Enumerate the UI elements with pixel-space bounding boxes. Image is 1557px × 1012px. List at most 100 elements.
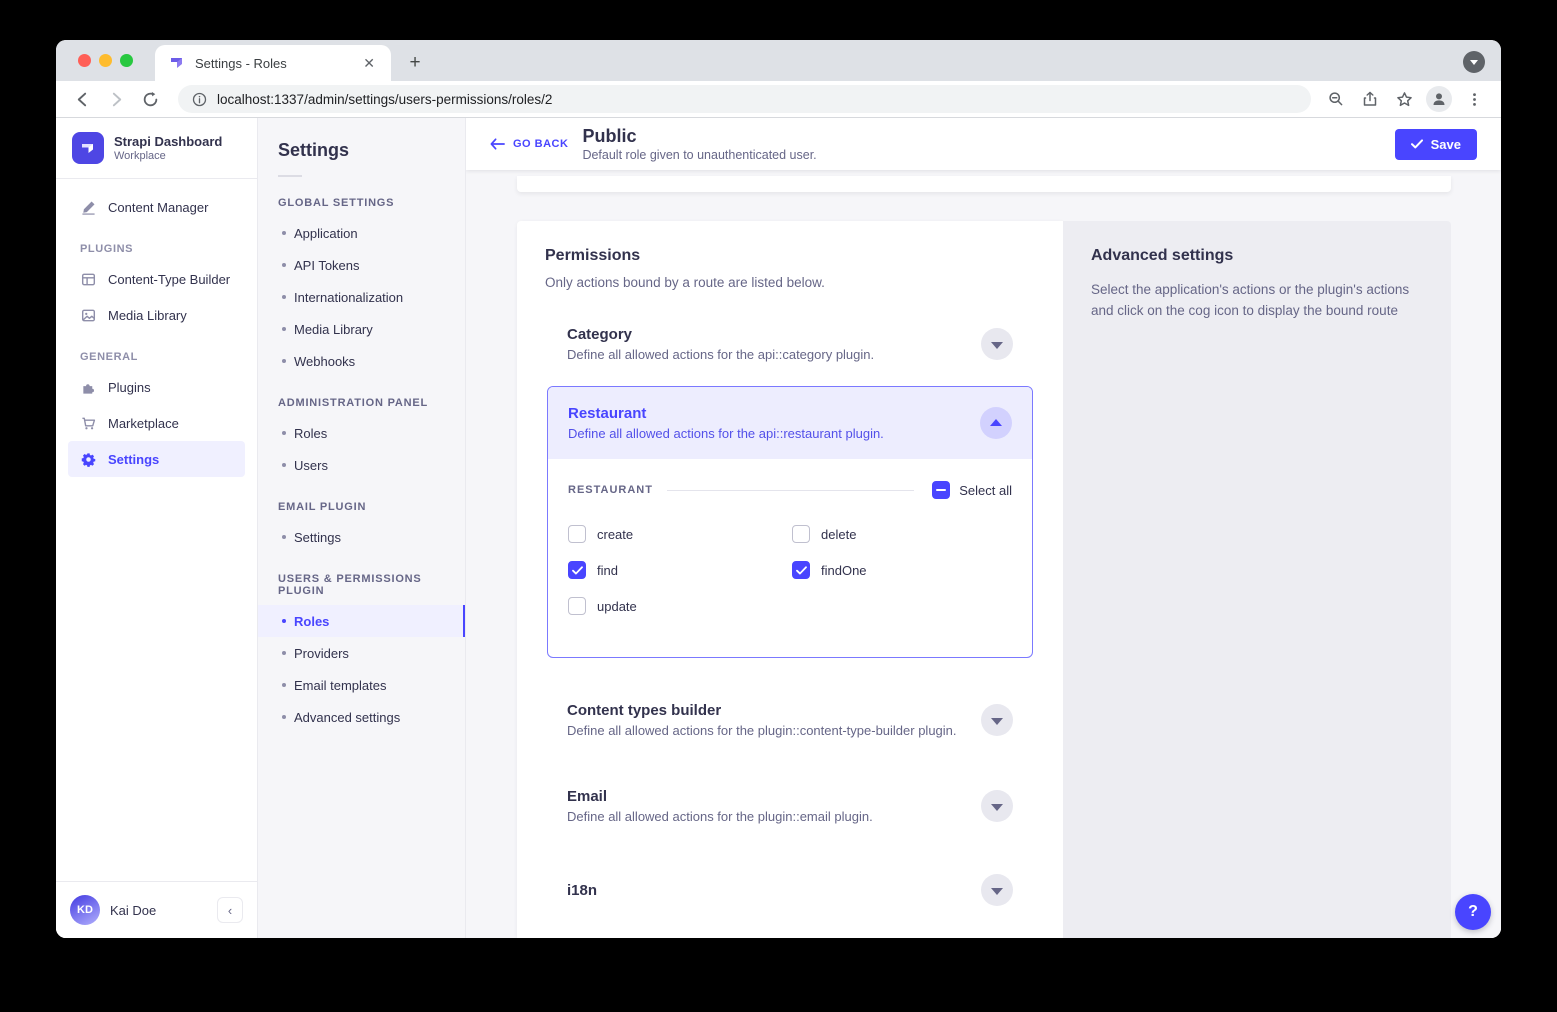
subnav-item-webhooks[interactable]: Webhooks (258, 345, 465, 377)
select-all-checkbox[interactable] (932, 481, 950, 499)
checkbox[interactable] (568, 597, 586, 615)
bullet-icon (282, 327, 286, 331)
subnav-item-media-library[interactable]: Media Library (258, 313, 465, 345)
sidebar-item-media-library[interactable]: Media Library (68, 297, 245, 333)
accordion-content-types-builder[interactable]: Content types builder Define all allowed… (547, 692, 1033, 748)
layout-icon (80, 272, 96, 287)
close-window-button[interactable] (78, 54, 91, 67)
checkbox-findone[interactable]: findOne (792, 561, 1012, 579)
sidebar-section-general: GENERAL (68, 351, 245, 363)
cart-icon (80, 416, 96, 431)
accordion-description: Define all allowed actions for the api::… (567, 347, 874, 362)
bullet-icon (282, 619, 286, 623)
accordion-text: Email Define all allowed actions for the… (567, 788, 873, 824)
sidebar-item-plugins[interactable]: Plugins (68, 369, 245, 405)
forward-button[interactable] (102, 85, 130, 113)
sidebar-item-label: Content Manager (108, 200, 208, 215)
bullet-icon (282, 263, 286, 267)
browser-menu-icon[interactable] (1460, 85, 1488, 113)
expand-category-button[interactable] (981, 328, 1013, 360)
subnav-item-email-settings[interactable]: Settings (258, 521, 465, 553)
checkbox-find[interactable]: find (568, 561, 792, 579)
checkbox-label: create (597, 527, 633, 542)
accordion-i18n[interactable]: i18n (547, 864, 1033, 916)
browser-profile-avatar[interactable] (1426, 86, 1452, 112)
chevron-left-icon: ‹ (228, 903, 232, 918)
checkbox-create[interactable]: create (568, 525, 792, 543)
save-label: Save (1431, 137, 1461, 152)
checkbox-label: find (597, 563, 618, 578)
subnav-item-advanced-settings[interactable]: Advanced settings (258, 701, 465, 733)
minimize-window-button[interactable] (99, 54, 112, 67)
subnav-item-application[interactable]: Application (258, 217, 465, 249)
reload-button[interactable] (136, 85, 164, 113)
permissions-title: Permissions (545, 247, 1035, 265)
caret-down-icon (991, 804, 1003, 811)
accordion-email[interactable]: Email Define all allowed actions for the… (547, 778, 1033, 834)
browser-tab[interactable]: Settings - Roles ✕ (155, 45, 391, 81)
tab-close-icon[interactable]: ✕ (359, 53, 379, 74)
checkbox[interactable] (792, 525, 810, 543)
subnav-section-users-permissions: USERS & PERMISSIONS PLUGIN (258, 573, 465, 597)
puzzle-icon (80, 380, 96, 395)
permissions-header: Permissions Only actions bound by a rout… (517, 221, 1063, 290)
sidebar-item-settings[interactable]: Settings (68, 441, 245, 477)
bullet-icon (282, 683, 286, 687)
subnav-item-email-templates[interactable]: Email templates (258, 669, 465, 701)
tab-overflow-button[interactable] (1463, 51, 1485, 73)
expand-email-button[interactable] (981, 790, 1013, 822)
subnav-item-label: Internationalization (294, 290, 403, 305)
bullet-icon (282, 295, 286, 299)
subnav-item-api-tokens[interactable]: API Tokens (258, 249, 465, 281)
bullet-icon (282, 651, 286, 655)
sidebar-item-content-type-builder[interactable]: Content-Type Builder (68, 261, 245, 297)
subnav-item-label: Application (294, 226, 358, 241)
accordion-list: Category Define all allowed actions for … (517, 290, 1063, 916)
expand-ctb-button[interactable] (981, 704, 1013, 736)
subnav-item-admin-users[interactable]: Users (258, 449, 465, 481)
subnav-item-label: Roles (294, 614, 329, 629)
checkbox-label: update (597, 599, 637, 614)
share-icon[interactable] (1356, 85, 1384, 113)
browser-window: Settings - Roles ✕ + localhost:1337/admi… (56, 40, 1501, 938)
expand-i18n-button[interactable] (981, 874, 1013, 906)
select-all-control[interactable]: Select all (932, 481, 1012, 499)
group-label: RESTAURANT (568, 484, 653, 496)
back-button[interactable] (68, 85, 96, 113)
subnav-item-up-roles[interactable]: Roles (258, 605, 465, 637)
accordion-title: Content types builder (567, 702, 957, 719)
url-text: localhost:1337/admin/settings/users-perm… (217, 92, 552, 107)
checkbox[interactable] (568, 525, 586, 543)
go-back-link[interactable]: GO BACK (490, 138, 568, 150)
advanced-settings-panel: Advanced settings Select the application… (1063, 221, 1451, 938)
subnav-item-providers[interactable]: Providers (258, 637, 465, 669)
checkbox-delete[interactable]: delete (792, 525, 1012, 543)
screen: Settings - Roles ✕ + localhost:1337/admi… (0, 0, 1557, 1012)
address-bar[interactable]: localhost:1337/admin/settings/users-perm… (178, 85, 1311, 113)
maximize-window-button[interactable] (120, 54, 133, 67)
checkbox[interactable] (568, 561, 586, 579)
accordion-category[interactable]: Category Define all allowed actions for … (547, 316, 1033, 372)
subnav-item-admin-roles[interactable]: Roles (258, 417, 465, 449)
bookmark-star-icon[interactable] (1390, 85, 1418, 113)
collapse-restaurant-button[interactable] (980, 407, 1012, 439)
workspace-switcher[interactable]: Strapi Dashboard Workplace (56, 118, 257, 179)
checkbox-update[interactable]: update (568, 597, 792, 615)
save-button[interactable]: Save (1395, 129, 1477, 160)
checkbox[interactable] (792, 561, 810, 579)
browser-tabstrip: Settings - Roles ✕ + (56, 40, 1501, 81)
accordion-text: Restaurant Define all allowed actions fo… (568, 405, 884, 441)
help-button[interactable]: ? (1455, 894, 1491, 930)
accordion-description: Define all allowed actions for the api::… (568, 426, 884, 441)
collapse-sidebar-button[interactable]: ‹ (217, 897, 243, 923)
new-tab-button[interactable]: + (402, 50, 428, 76)
accordion-restaurant-header[interactable]: Restaurant Define all allowed actions fo… (548, 387, 1032, 459)
subnav-item-label: Providers (294, 646, 349, 661)
sidebar-item-marketplace[interactable]: Marketplace (68, 405, 245, 441)
site-info-icon[interactable] (192, 92, 207, 107)
zoom-icon[interactable] (1322, 85, 1350, 113)
restaurant-group-row: RESTAURANT Select all (568, 481, 1012, 499)
sidebar-item-label: Media Library (108, 308, 187, 323)
sidebar-item-content-manager[interactable]: Content Manager (68, 189, 245, 225)
subnav-item-internationalization[interactable]: Internationalization (258, 281, 465, 313)
